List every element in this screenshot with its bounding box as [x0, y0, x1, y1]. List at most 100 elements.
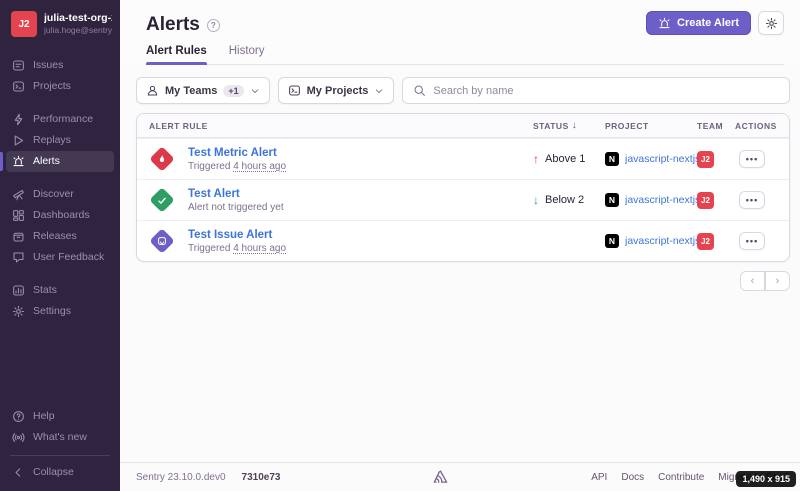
actions-cell: •••: [735, 150, 777, 168]
row-actions-button[interactable]: •••: [739, 150, 765, 168]
team-cell: J2: [697, 151, 735, 168]
tab-alert-rules[interactable]: Alert Rules: [146, 45, 207, 64]
create-alert-label: Create Alert: [677, 17, 739, 29]
projects-icon: [288, 84, 301, 97]
column-status[interactable]: STATUS ↓: [533, 120, 605, 131]
footer-link-contribute[interactable]: Contribute: [658, 472, 704, 483]
sidebar-item-dashboards[interactable]: Dashboards: [6, 205, 114, 226]
search-input[interactable]: [433, 85, 779, 97]
nextjs-platform-icon: N: [605, 234, 619, 248]
sidebar-item-label: Issues: [33, 58, 63, 73]
broadcast-icon: [12, 431, 25, 444]
sidebar-item-label: Releases: [33, 229, 77, 244]
org-avatar: J2: [11, 11, 37, 37]
app-window: J2 julia-test-org-2 … julia.hoge@sentry.…: [0, 0, 800, 491]
team-badge: J2: [697, 192, 714, 209]
sidebar-divider: [10, 455, 110, 456]
sidebar-item-replays[interactable]: Replays: [6, 130, 114, 151]
rule-text: Test Alert Alert not triggered yet: [188, 187, 284, 214]
next-page-button[interactable]: ›: [765, 271, 790, 291]
status-text: Above 1: [545, 153, 585, 165]
table-row: Test Metric Alert Triggered 4 hours ago …: [137, 138, 789, 179]
create-alert-button[interactable]: Create Alert: [646, 11, 751, 35]
header-actions: Create Alert: [646, 11, 784, 35]
sidebar-item-label: Dashboards: [33, 208, 90, 223]
page-help-icon[interactable]: ?: [207, 19, 220, 32]
sidebar-item-label: What's new: [33, 430, 87, 445]
alert-rule-subtext: Triggered 4 hours ago: [188, 160, 286, 173]
filter-row: My Teams +1 My Projects: [136, 77, 790, 104]
triggered-time[interactable]: 4 hours ago: [233, 161, 286, 172]
sidebar-item-label: Settings: [33, 304, 71, 319]
alert-rule-link[interactable]: Test Alert: [188, 187, 284, 201]
sidebar-item-alerts[interactable]: Alerts: [6, 151, 114, 172]
sidebar-collapse-button[interactable]: Collapse: [6, 462, 114, 483]
arrow-up-icon: ↑: [533, 152, 539, 166]
tab-history[interactable]: History: [229, 45, 265, 64]
previous-page-button[interactable]: ‹: [740, 271, 765, 291]
triggered-time[interactable]: 4 hours ago: [233, 243, 286, 254]
column-project: PROJECT: [605, 121, 697, 131]
alert-settings-button[interactable]: [758, 11, 784, 35]
issues-icon: [12, 59, 25, 72]
sidebar-item-performance[interactable]: Performance: [6, 109, 114, 130]
nextjs-platform-icon: N: [605, 193, 619, 207]
sidebar-bottom: Help What's new Collapse: [0, 406, 120, 491]
arrow-down-icon: ↓: [533, 193, 539, 207]
status-cell: ↓ Below 2: [533, 193, 605, 207]
sidebar-item-label: Collapse: [33, 465, 74, 480]
footer-link-docs[interactable]: Docs: [621, 472, 644, 483]
org-email: julia.hoge@sentry.io: [44, 25, 112, 36]
search-box: [402, 77, 790, 104]
main-area: Alerts ? Create Alert Alert Rules Histor…: [120, 0, 800, 491]
metric-alert-ok-icon: [149, 187, 174, 212]
gear-icon: [765, 17, 778, 30]
discover-icon: [12, 188, 25, 201]
footer-link-api[interactable]: API: [591, 472, 607, 483]
table-row: Test Alert Alert not triggered yet ↓ Bel…: [137, 179, 789, 220]
screen-size-overlay: 1,490 x 915: [736, 471, 796, 487]
alert-rules-table: ALERT RULE STATUS ↓ PROJECT TEAM ACTIONS: [136, 113, 790, 262]
sidebar-item-label: Replays: [33, 133, 71, 148]
sidebar-item-help[interactable]: Help: [6, 406, 114, 427]
project-link[interactable]: javascript-nextjs: [625, 153, 697, 165]
sidebar-item-whats-new[interactable]: What's new: [6, 427, 114, 448]
teams-filter-button[interactable]: My Teams +1: [136, 77, 270, 104]
sidebar-item-discover[interactable]: Discover: [6, 184, 114, 205]
project-link[interactable]: javascript-nextjs: [625, 194, 697, 206]
feedback-icon: [12, 251, 25, 264]
sidebar-item-issues[interactable]: Issues: [6, 55, 114, 76]
projects-filter-button[interactable]: My Projects: [278, 77, 395, 104]
sidebar-item-releases[interactable]: Releases: [6, 226, 114, 247]
teams-extra-badge: +1: [223, 85, 243, 97]
project-cell: N javascript-nextjs: [605, 193, 697, 207]
rule-cell: Test Issue Alert Triggered 4 hours ago: [149, 228, 533, 255]
sidebar-item-user-feedback[interactable]: User Feedback: [6, 247, 114, 268]
row-actions-button[interactable]: •••: [739, 232, 765, 250]
footer-left: Sentry 23.10.0.dev0 7310e73: [136, 472, 280, 483]
nav-section-monitoring: Performance Replays Alerts: [0, 109, 120, 172]
sidebar-item-label: User Feedback: [33, 250, 104, 265]
team-cell: J2: [697, 233, 735, 250]
issues-icon: [157, 236, 167, 246]
releases-icon: [12, 230, 25, 243]
sidebar-item-projects[interactable]: Projects: [6, 76, 114, 97]
org-switcher[interactable]: J2 julia-test-org-2 … julia.hoge@sentry.…: [0, 0, 120, 43]
project-link[interactable]: javascript-nextjs: [625, 235, 697, 247]
alert-rule-link[interactable]: Test Issue Alert: [188, 228, 286, 242]
sidebar-item-label: Performance: [33, 112, 93, 127]
sidebar-item-label: Help: [33, 409, 55, 424]
alert-rule-link[interactable]: Test Metric Alert: [188, 146, 286, 160]
row-actions-button[interactable]: •••: [739, 191, 765, 209]
sidebar: J2 julia-test-org-2 … julia.hoge@sentry.…: [0, 0, 120, 491]
nav-section-explore: Discover Dashboards Releases User Feedba…: [0, 184, 120, 268]
column-team: TEAM: [697, 121, 735, 131]
rule-text: Test Metric Alert Triggered 4 hours ago: [188, 146, 286, 173]
sidebar-item-settings[interactable]: Settings: [6, 301, 114, 322]
subtext-prefix: Triggered: [188, 243, 233, 254]
teams-filter-label: My Teams: [165, 85, 217, 97]
sidebar-item-stats[interactable]: Stats: [6, 280, 114, 301]
pagination: ‹ ›: [136, 271, 790, 291]
active-indicator: [0, 152, 3, 171]
sidebar-item-label: Discover: [33, 187, 74, 202]
